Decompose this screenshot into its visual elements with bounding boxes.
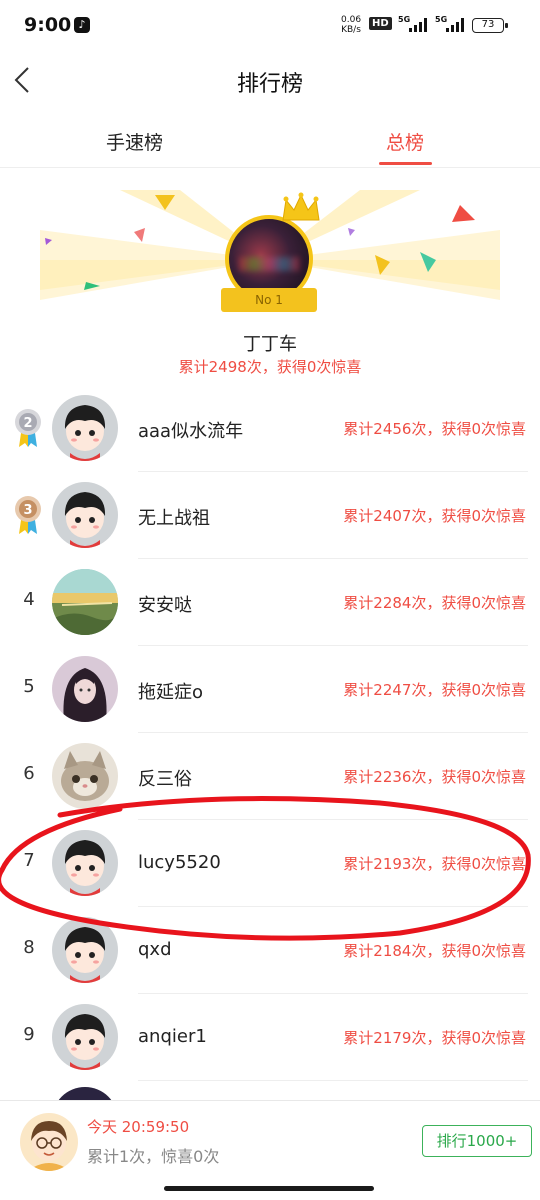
tab-overall-ranking[interactable]: 总榜 xyxy=(386,128,424,155)
ranking-row[interactable]: 9 anqier1 累计2179次，获得0次惊喜 xyxy=(0,994,540,1081)
hd-voice-icon: HD xyxy=(369,17,392,30)
avatar xyxy=(52,1004,118,1070)
my-avatar[interactable] xyxy=(20,1113,78,1171)
user-stat: 累计2456次，获得0次惊喜 xyxy=(343,420,526,438)
user-name: aaa似水流年 xyxy=(138,421,244,442)
avatar xyxy=(52,656,118,722)
ranking-row[interactable]: 8 qxd 累计2184次，获得0次惊喜 xyxy=(0,907,540,994)
bronze-medal-icon: 3 xyxy=(15,496,41,534)
avatar xyxy=(52,395,118,461)
top-rank-banner: No 1 丁丁车 累计2498次，获得0次惊喜 xyxy=(0,190,540,380)
my-rank-footer: 今天 20:59:50 累计1次，惊喜0次 排行1000+ xyxy=(0,1100,540,1200)
user-stat: 累计2184次，获得0次惊喜 xyxy=(343,942,526,960)
avatar xyxy=(52,830,118,896)
user-name: 拖延症o xyxy=(138,682,204,703)
network-speed-value: 0.06 xyxy=(341,15,362,25)
crown-icon xyxy=(282,192,320,221)
tiktok-notification-icon: ♪ xyxy=(74,17,90,33)
home-indicator[interactable] xyxy=(164,1186,374,1191)
avatar xyxy=(52,917,118,983)
tab-bar: 手速榜 总榜 xyxy=(0,116,540,168)
avatar xyxy=(52,569,118,635)
rank-number: 8 xyxy=(23,937,35,958)
network-speed: 0.06 KB/s xyxy=(341,15,361,35)
rank-number: 6 xyxy=(23,763,35,784)
rank-number: 7 xyxy=(23,850,35,871)
signal-label-1: 5G xyxy=(398,15,410,24)
user-name: 安安哒 xyxy=(138,595,192,616)
signal-5g-icon-2: 5G xyxy=(435,15,464,32)
top-rank-stat: 累计2498次，获得0次惊喜 xyxy=(178,358,362,376)
no1-badge: No 1 xyxy=(221,288,317,312)
signal-label-2: 5G xyxy=(435,15,447,24)
top-rank-name: 丁丁车 xyxy=(243,334,297,355)
ranking-row[interactable]: 6 反三俗 累计2236次，获得0次惊喜 xyxy=(0,733,540,820)
user-stat: 累计2179次，获得0次惊喜 xyxy=(343,1029,526,1047)
avatar xyxy=(52,482,118,548)
user-stat: 累计2247次，获得0次惊喜 xyxy=(343,681,526,699)
avatar xyxy=(52,743,118,809)
my-rank-button[interactable]: 排行1000+ xyxy=(422,1125,532,1157)
my-last-time: 今天 20:59:50 xyxy=(87,1118,190,1136)
status-time: 9:00 xyxy=(24,14,72,36)
header: 排行榜 xyxy=(0,50,540,110)
user-stat: 累计2236次，获得0次惊喜 xyxy=(343,768,526,786)
user-name: anqier1 xyxy=(138,1026,207,1047)
rank-number: 9 xyxy=(23,1024,35,1045)
medal-rank-text: 2 xyxy=(23,416,32,431)
my-stat: 累计1次，惊喜0次 xyxy=(87,1147,220,1166)
user-stat: 累计2193次，获得0次惊喜 xyxy=(343,855,526,873)
ranking-row[interactable]: 5 拖延症o 累计2247次，获得0次惊喜 xyxy=(0,646,540,733)
network-speed-unit: KB/s xyxy=(341,25,361,35)
battery-icon: 73 xyxy=(472,18,508,33)
user-name: qxd xyxy=(138,939,172,960)
user-name: 无上战祖 xyxy=(138,508,210,529)
rank-number: 5 xyxy=(23,676,35,697)
tab-speed-ranking[interactable]: 手速榜 xyxy=(106,128,163,155)
active-tab-indicator xyxy=(379,162,432,165)
signal-5g-icon: 5G xyxy=(398,15,427,32)
user-stat: 累计2284次，获得0次惊喜 xyxy=(343,594,526,612)
status-bar: 9:00 ♪ 0.06 KB/s HD 5G 5G 73 xyxy=(0,0,540,50)
divider xyxy=(138,1080,528,1081)
ranking-row[interactable]: 2 aaa似水流年 累计2456次，获得0次惊喜 xyxy=(0,385,540,472)
ranking-row[interactable]: 4 安安哒 累计2284次，获得0次惊喜 xyxy=(0,559,540,646)
ranking-row[interactable]: 3 无上战祖 累计2407次，获得0次惊喜 xyxy=(0,472,540,559)
user-name: lucy5520 xyxy=(138,852,221,873)
user-name: 反三俗 xyxy=(138,769,192,790)
user-stat: 累计2407次，获得0次惊喜 xyxy=(343,507,526,525)
ranking-row[interactable]: 7 lucy5520 累计2193次，获得0次惊喜 xyxy=(0,820,540,907)
page-title: 排行榜 xyxy=(236,72,303,97)
silver-medal-icon: 2 xyxy=(15,409,41,447)
medal-rank-text: 3 xyxy=(23,503,32,518)
rank-number: 4 xyxy=(23,589,35,610)
